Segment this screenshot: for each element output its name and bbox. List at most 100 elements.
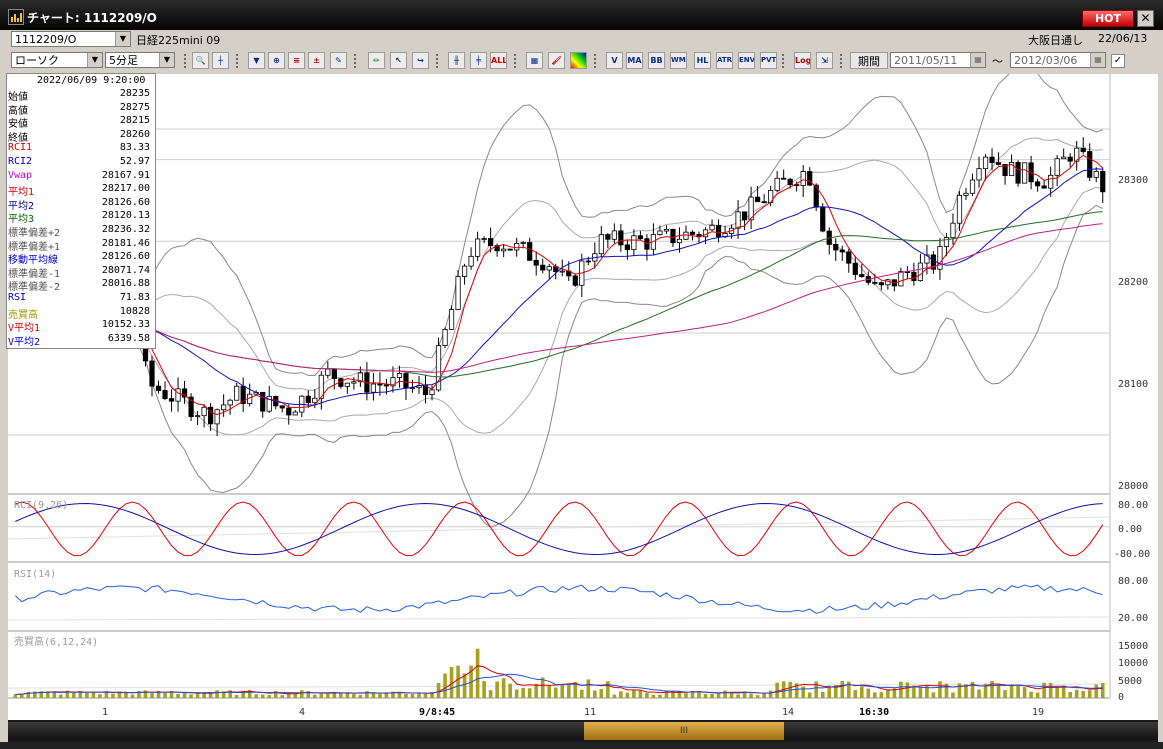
candle-body <box>846 251 852 264</box>
all-button[interactable]: ALL <box>490 52 507 69</box>
volume-bar <box>540 677 545 698</box>
info-row-value: 52.97 <box>119 156 150 167</box>
date-to-field[interactable]: 2012/03/06 ▦ <box>1010 52 1106 68</box>
chevron-down-icon[interactable]: ▼ <box>159 53 174 67</box>
export-icon[interactable]: ⇲ <box>816 52 833 69</box>
candle-body <box>683 231 689 240</box>
brush-icon[interactable]: 🖌 <box>548 52 565 69</box>
candle-body <box>527 242 533 261</box>
log-button[interactable]: Log <box>794 52 811 69</box>
calendar-icon[interactable]: ▦ <box>970 53 985 67</box>
info-row: 平均3 28120.13 <box>7 210 153 225</box>
volume-bar <box>508 683 512 698</box>
rsi-tick-label: 80.00 <box>1118 576 1148 587</box>
hl-button[interactable]: HL <box>694 52 711 69</box>
info-row-value: 28236.32 <box>101 224 150 235</box>
volume-bar <box>1094 684 1099 698</box>
volume-bar <box>860 686 864 698</box>
period-button[interactable]: 期間 <box>850 52 888 69</box>
pencil-icon[interactable]: ✏ <box>368 52 385 69</box>
chart-type-select[interactable]: ローソク ▼ <box>11 52 103 68</box>
ma-button[interactable]: MA <box>626 52 643 69</box>
volume-bar <box>716 692 721 698</box>
price-up-icon[interactable]: ≡ <box>288 52 305 69</box>
price-change-icon[interactable]: ± <box>308 52 325 69</box>
info-row-value: 71.83 <box>119 292 150 303</box>
volume-tick-label: 5000 <box>1118 676 1142 687</box>
ma3-line <box>15 211 1103 378</box>
volume-bar <box>1022 687 1027 698</box>
zoom-icon[interactable]: 🔍 <box>192 52 209 69</box>
candle-body <box>194 415 201 418</box>
candle-body <box>761 201 767 204</box>
candle-body <box>448 309 455 330</box>
candle-body <box>989 156 995 164</box>
volume-bar <box>527 688 532 698</box>
info-row-value: 28215 <box>119 115 150 127</box>
chart-zoom-icon[interactable]: ⊕ <box>268 52 285 69</box>
hot-button[interactable]: HOT <box>1082 10 1134 27</box>
arrow-icon[interactable]: ↪ <box>412 52 429 69</box>
close-button[interactable]: ✕ <box>1137 10 1154 27</box>
scroll-track[interactable] <box>8 722 1158 740</box>
price-tick-label: 28300 <box>1118 175 1148 186</box>
info-row: 平均2 28126.60 <box>7 197 153 212</box>
info-row: 標準偏差-1 28071.74 <box>7 265 153 280</box>
volume-bar <box>632 690 636 698</box>
volume-bar <box>1009 685 1014 698</box>
volume-bar <box>59 694 63 698</box>
candle-body <box>820 206 826 232</box>
volume-tick-label: 0 <box>1118 692 1124 703</box>
symbol-combo[interactable]: 1112209/O ▼ <box>11 31 131 47</box>
volume-bar <box>111 693 115 698</box>
volume-bar <box>586 679 591 698</box>
cursor-icon[interactable]: ↖ <box>390 52 407 69</box>
date-from-field[interactable]: 2011/05/11 ▦ <box>890 52 986 68</box>
horizontal-scrollbar[interactable]: III <box>8 720 1158 742</box>
candle-body <box>605 234 611 240</box>
atr-button[interactable]: ATR <box>716 52 733 69</box>
volume-bar <box>358 694 363 698</box>
env-button[interactable]: ENV <box>738 52 755 69</box>
volume-bar <box>176 693 180 698</box>
volume-bar <box>814 681 819 698</box>
scroll-thumb[interactable]: III <box>584 722 784 740</box>
candle-down-icon[interactable]: ▼ <box>248 52 265 69</box>
volume-bar <box>13 694 18 698</box>
info-row: 売買高 10828 <box>7 306 153 321</box>
volume-bar <box>189 694 193 698</box>
volume-bar <box>840 680 845 698</box>
vwap-icon[interactable]: V <box>606 52 623 69</box>
grid-icon[interactable]: ▦ <box>526 52 543 69</box>
candle-icon[interactable]: ╫ <box>448 52 465 69</box>
crosshair-icon[interactable]: ┼ <box>212 52 229 69</box>
candle-body <box>468 255 474 267</box>
chart-svg[interactable]: RCI(9,26) RSI(14) 売買高(6,12,24) 28300 282… <box>7 67 1158 720</box>
note-icon[interactable]: ✎ <box>330 52 347 69</box>
volume-bar <box>931 692 936 698</box>
candle-body <box>676 238 683 244</box>
info-row-value: 10152.33 <box>101 319 150 331</box>
period-checkbox[interactable]: ✓ <box>1111 54 1125 68</box>
candle-body <box>598 234 604 255</box>
candle-body <box>286 407 292 416</box>
candle-narrow-icon[interactable]: ╪ <box>470 52 487 69</box>
bollinger-band-line <box>14 67 1103 377</box>
wma-button[interactable]: WMA <box>670 52 687 69</box>
chevron-down-icon[interactable]: ▼ <box>115 32 130 46</box>
info-row-label: Vwap <box>8 169 33 181</box>
candle-body <box>429 389 435 396</box>
candle-body <box>455 276 461 310</box>
toolbar-separator <box>354 54 356 68</box>
chart-area[interactable]: RCI(9,26) RSI(14) 売買高(6,12,24) 28300 282… <box>7 67 1158 720</box>
volume-bar <box>879 692 884 698</box>
chevron-down-icon[interactable]: ▼ <box>87 53 102 67</box>
palette-icon[interactable] <box>570 52 587 69</box>
pvt-button[interactable]: PVT <box>760 52 777 69</box>
interval-select[interactable]: 5分足 ▼ <box>105 52 175 68</box>
calendar-icon[interactable]: ▦ <box>1090 53 1105 67</box>
bb-button[interactable]: BB <box>648 52 665 69</box>
volume-bar <box>1003 690 1007 698</box>
rci-tick-label: 80.00 <box>1118 500 1148 511</box>
candle-body <box>279 405 285 409</box>
